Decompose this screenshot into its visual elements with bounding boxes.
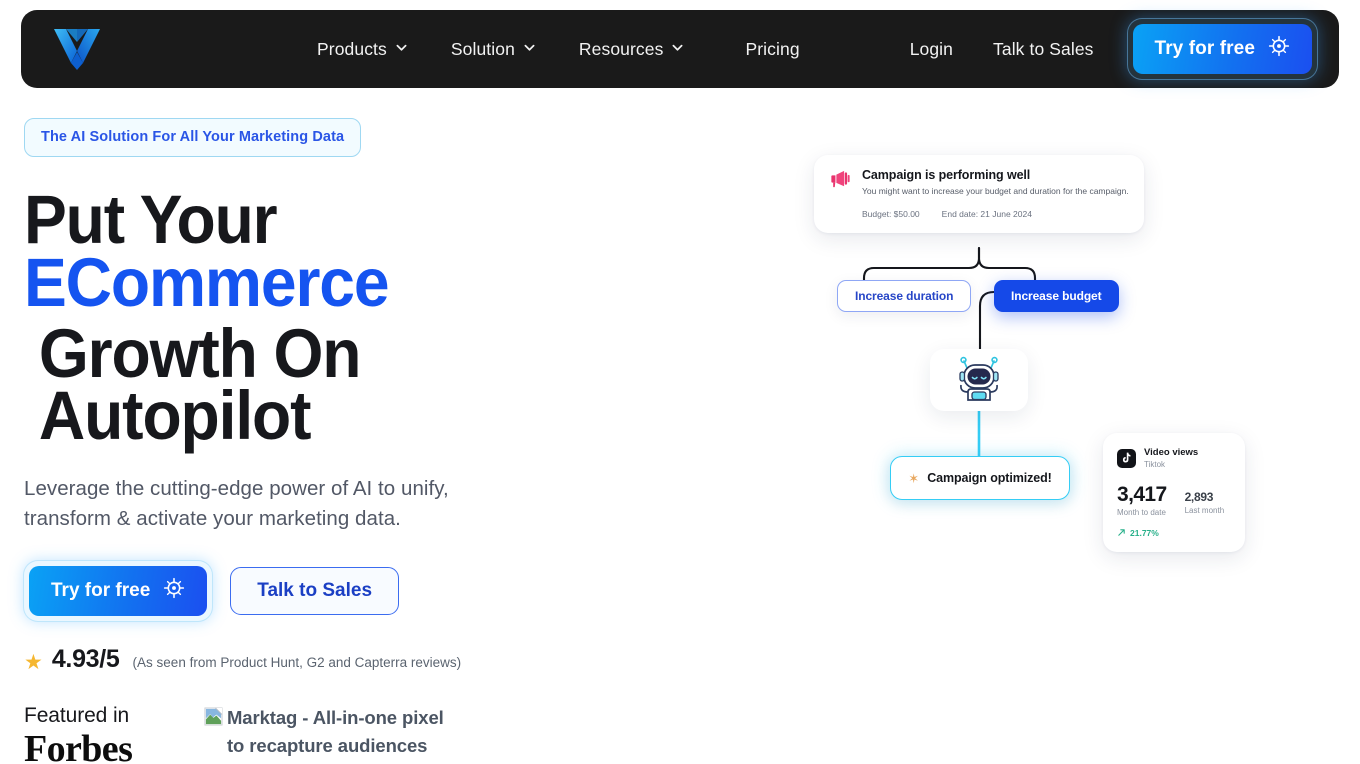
chevron-down-icon xyxy=(396,42,407,53)
campaign-budget: Budget: $50.00 xyxy=(862,209,920,220)
hero-badge: The AI Solution For All Your Marketing D… xyxy=(24,118,362,157)
rating-source-note: (As seen from Product Hunt, G2 and Capte… xyxy=(132,655,462,671)
target-icon xyxy=(163,577,185,605)
option-increase-budget[interactable]: Increase budget xyxy=(994,280,1119,312)
featured-in-label: Featured in xyxy=(24,704,130,728)
chevron-down-icon xyxy=(524,42,535,53)
campaign-card-title: Campaign is performing well xyxy=(862,168,1031,182)
nav-item-pricing[interactable]: Pricing xyxy=(705,39,821,60)
nav-item-pricing-label: Pricing xyxy=(745,38,800,59)
stat-card-values: 3,417 Month to date 2,893 Last month xyxy=(1117,484,1231,517)
nav-item-solution[interactable]: Solution xyxy=(429,39,557,60)
stat-delta-value: 21.77% xyxy=(1130,528,1159,539)
campaign-end-date: End date: 21 June 2024 xyxy=(941,209,1032,220)
hero-content: The AI Solution For All Your Marketing D… xyxy=(24,118,644,764)
headline-accent: ECommerce xyxy=(24,243,390,321)
top-navigation-bar: Products Solution Resources Pricing Logi… xyxy=(21,10,1339,88)
campaign-card-header: Campaign is performing well You might wa… xyxy=(829,168,1129,197)
broken-image-alt-text: Marktag - All-in-one pixel to recapture … xyxy=(227,707,444,764)
rating-value: 4.93/5 xyxy=(51,645,120,674)
campaign-optimized-label: Campaign optimized! xyxy=(927,471,1052,485)
stat-primary-label: Month to date xyxy=(1117,507,1166,517)
tiktok-icon xyxy=(1117,448,1136,468)
page-title: Put Your ECommerce Growth On Autopilot xyxy=(24,185,601,455)
stat-secondary-label: Last month xyxy=(1184,505,1225,515)
hero-cta-row: Try for free Talk to Sales xyxy=(24,561,644,622)
campaign-optimized-badge: ✶ Campaign optimized! xyxy=(890,456,1070,500)
talk-to-sales-button-hero[interactable]: Talk to Sales xyxy=(230,567,400,616)
trend-up-icon xyxy=(1117,528,1126,539)
hero-subheadline: Leverage the cutting-edge power of AI to… xyxy=(24,477,449,530)
stat-card-source: Tiktok xyxy=(1144,459,1166,469)
stat-delta: 21.77% xyxy=(1117,528,1231,539)
headline-line-2: Growth On Autopilot xyxy=(38,314,362,455)
try-for-free-button-hero[interactable]: Try for free xyxy=(29,566,208,617)
campaign-insight-card: Campaign is performing well You might wa… xyxy=(814,155,1144,234)
target-icon xyxy=(1268,35,1290,63)
nav-cta-glow: Try for free xyxy=(1127,19,1317,79)
featured-in-row: Featured in Forbes Marktag - All-in-one … xyxy=(24,704,644,764)
landing-page: Products Solution Resources Pricing Logi… xyxy=(0,0,1360,764)
stat-card-header: Video views Tiktok xyxy=(1117,447,1231,470)
sparkle-icon: ✶ xyxy=(908,470,920,486)
talk-to-sales-link[interactable]: Talk to Sales xyxy=(973,39,1114,60)
nav-item-resources-label: Resources xyxy=(578,38,664,59)
hero-cta-glow: Try for free xyxy=(24,561,213,622)
stat-primary: 3,417 Month to date xyxy=(1117,484,1167,517)
try-for-free-button-nav[interactable]: Try for free xyxy=(1132,24,1312,74)
try-for-free-label-nav: Try for free xyxy=(1154,38,1255,59)
option-increase-duration[interactable]: Increase duration xyxy=(837,280,972,312)
nav-item-resources[interactable]: Resources xyxy=(557,39,706,60)
stat-card-title: Video views xyxy=(1144,447,1199,458)
ai-robot-icon xyxy=(952,352,1006,409)
rating-row: ★ 4.93/5 (As seen from Product Hunt, G2 … xyxy=(24,645,644,674)
forbes-wordmark: Forbes xyxy=(24,728,133,764)
star-icon: ★ xyxy=(24,651,43,675)
login-link[interactable]: Login xyxy=(890,39,973,60)
marktag-logo[interactable] xyxy=(51,25,103,73)
campaign-card-description: You might want to increase your budget a… xyxy=(862,186,1129,196)
video-views-stat-card: Video views Tiktok 3,417 Month to date 2… xyxy=(1103,433,1245,552)
campaign-card-meta: Budget: $50.00 End date: 21 June 2024 xyxy=(829,209,1129,219)
featured-forbes: Featured in Forbes xyxy=(24,704,154,764)
ai-robot-card xyxy=(930,349,1028,411)
stat-secondary-value: 2,893 xyxy=(1184,489,1214,504)
stat-primary-value: 3,417 xyxy=(1117,482,1167,506)
try-for-free-label-hero: Try for free xyxy=(51,580,151,602)
megaphone-icon xyxy=(829,169,851,194)
nav-item-products[interactable]: Products xyxy=(295,39,429,60)
hero-illustration: Campaign is performing well You might wa… xyxy=(672,100,1332,660)
broken-image-placeholder: Marktag - All-in-one pixel to recapture … xyxy=(204,704,454,764)
broken-image-icon xyxy=(204,707,223,731)
nav-item-products-label: Products xyxy=(317,38,387,59)
nav-links: Products Solution Resources Pricing xyxy=(295,39,822,60)
chevron-down-icon xyxy=(672,42,683,53)
stat-secondary: 2,893 Last month xyxy=(1185,491,1225,517)
nav-actions: Login Talk to Sales Try for free xyxy=(890,19,1317,79)
nav-item-solution-label: Solution xyxy=(450,38,515,59)
